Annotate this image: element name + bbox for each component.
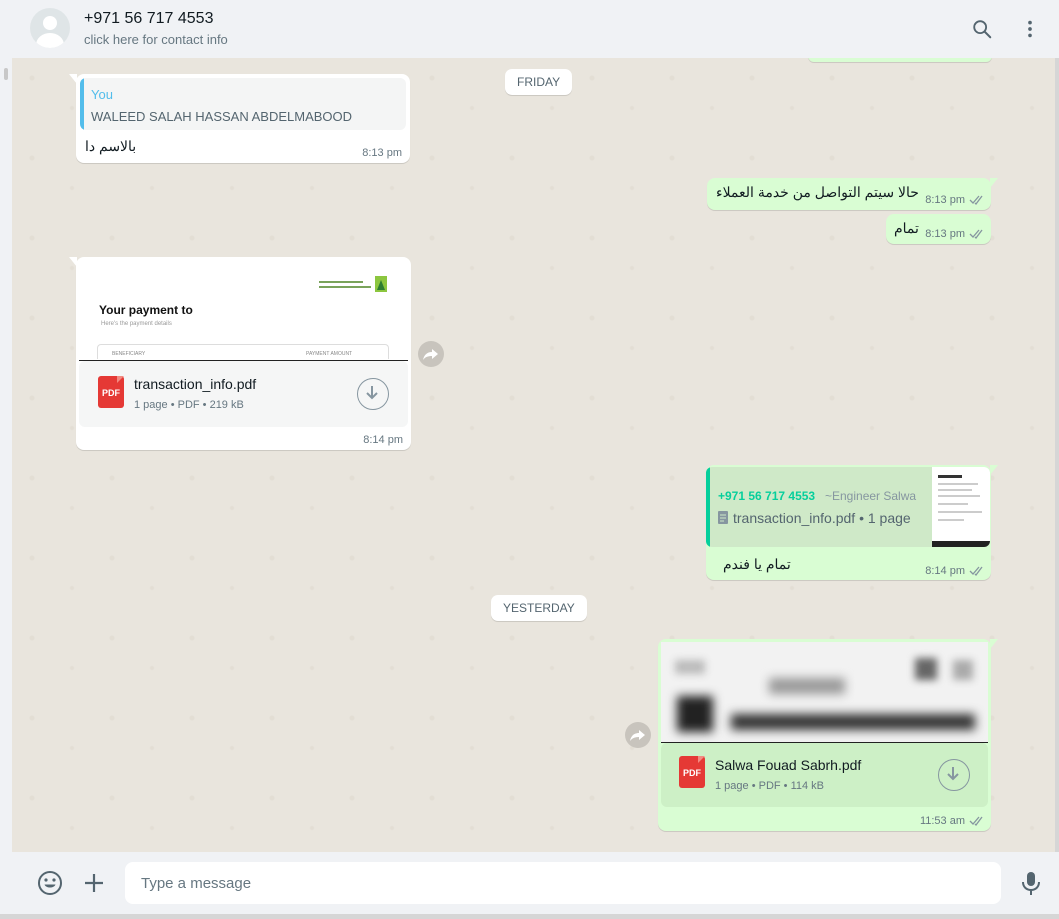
- forward-button[interactable]: [625, 722, 651, 748]
- document-message-incoming[interactable]: Your payment to Here's the payment detai…: [69, 257, 411, 450]
- pdf-file-icon: PDF: [98, 376, 124, 408]
- double-check-icon: [969, 195, 983, 206]
- search-icon[interactable]: [971, 18, 993, 40]
- menu-icon[interactable]: [1019, 18, 1041, 40]
- double-check-icon: [969, 816, 983, 827]
- document-preview-blurred[interactable]: [661, 642, 988, 743]
- forward-button[interactable]: [418, 341, 444, 367]
- message-bubble-outgoing[interactable]: تمام 8:13 pm: [886, 214, 991, 244]
- message-bubble-outgoing[interactable]: حالا سيتم التواصل من خدمة العملاء 8:13 p…: [707, 178, 998, 210]
- chat-scrollbar[interactable]: [1055, 58, 1059, 852]
- message-time: 11:53 am: [919, 815, 965, 827]
- document-file-row[interactable]: PDF Salwa Fouad Sabrh.pdf 1 page • PDF •…: [661, 743, 988, 807]
- document-filename: transaction_info.pdf: [134, 376, 257, 392]
- document-meta: 1 page • PDF • 219 kB: [134, 399, 244, 411]
- preview-subtitle: Here's the payment details: [101, 321, 172, 327]
- compose-bar: [12, 852, 1059, 914]
- forward-icon: [630, 730, 645, 741]
- quote-author: +971 56 717 4553: [718, 489, 816, 503]
- document-filename: Salwa Fouad Sabrh.pdf: [715, 757, 862, 773]
- double-check-icon: [969, 566, 983, 577]
- quoted-message[interactable]: +971 56 717 4553 ~Engineer Salwa transac…: [706, 467, 990, 547]
- quote-text: WALEED SALAH HASSAN ABDELMABOOD: [91, 109, 353, 124]
- bank-logo-icon: [319, 276, 387, 292]
- quote-document-thumbnail: [932, 467, 990, 547]
- download-icon: [366, 386, 378, 400]
- document-file-row[interactable]: PDF transaction_info.pdf 1 page • PDF • …: [79, 361, 408, 427]
- date-separator: FRIDAY: [505, 69, 573, 95]
- double-check-icon: [969, 229, 983, 240]
- pdf-file-icon: PDF: [679, 756, 705, 788]
- message-bubble-incoming[interactable]: You WALEED SALAH HASSAN ABDELMABOOD بالا…: [69, 74, 410, 163]
- document-message-outgoing[interactable]: PDF Salwa Fouad Sabrh.pdf 1 page • PDF •…: [658, 639, 998, 831]
- emoji-icon[interactable]: [37, 870, 63, 896]
- preview-title: Your payment to: [99, 303, 193, 317]
- message-time: 8:13 pm: [925, 228, 965, 240]
- message-time: 8:13 pm: [925, 194, 965, 206]
- attach-plus-icon[interactable]: [81, 870, 107, 896]
- preview-column-beneficiary: BENEFICIARY: [112, 351, 146, 357]
- date-separator: YESTERDAY: [491, 595, 587, 621]
- message-bubble-outgoing[interactable]: +971 56 717 4553 ~Engineer Salwa transac…: [706, 465, 998, 580]
- document-meta: 1 page • PDF • 114 kB: [715, 780, 825, 792]
- message-text: بالاسم دا: [85, 138, 137, 154]
- microphone-icon[interactable]: [1018, 870, 1044, 896]
- contact-info-hint[interactable]: click here for contact info: [84, 32, 228, 47]
- partial-message-bubble: [808, 58, 992, 62]
- download-icon: [947, 767, 959, 781]
- window-bottom-edge: [0, 914, 1059, 919]
- quoted-message[interactable]: You WALEED SALAH HASSAN ABDELMABOOD: [80, 78, 406, 130]
- document-icon: [718, 511, 728, 524]
- message-input[interactable]: [125, 862, 1001, 904]
- message-text: حالا سيتم التواصل من خدمة العملاء: [716, 184, 919, 200]
- message-text: تمام: [894, 220, 919, 236]
- avatar[interactable]: [30, 8, 70, 48]
- contact-name[interactable]: +971 56 717 4553: [84, 10, 213, 28]
- quote-author: You: [91, 87, 113, 102]
- download-button[interactable]: [938, 759, 970, 791]
- quote-file: transaction_info.pdf • 1 page: [733, 510, 911, 526]
- document-preview[interactable]: Your payment to Here's the payment detai…: [79, 260, 408, 361]
- message-time: 8:14 pm: [925, 565, 965, 577]
- message-time: 8:13 pm: [362, 147, 402, 159]
- forward-icon: [423, 349, 438, 360]
- message-time: 8:14 pm: [363, 434, 403, 446]
- scroll-thumb[interactable]: [4, 68, 8, 80]
- quote-alias: ~Engineer Salwa: [825, 489, 917, 503]
- chat-area[interactable]: FRIDAY You WALEED SALAH HASSAN ABDELMABO…: [12, 58, 1059, 852]
- chat-header[interactable]: +971 56 717 4553 click here for contact …: [12, 0, 1059, 59]
- message-text: تمام يا فندم: [723, 556, 791, 572]
- download-button[interactable]: [357, 378, 389, 410]
- preview-column-amount: PAYMENT AMOUNT: [306, 351, 353, 357]
